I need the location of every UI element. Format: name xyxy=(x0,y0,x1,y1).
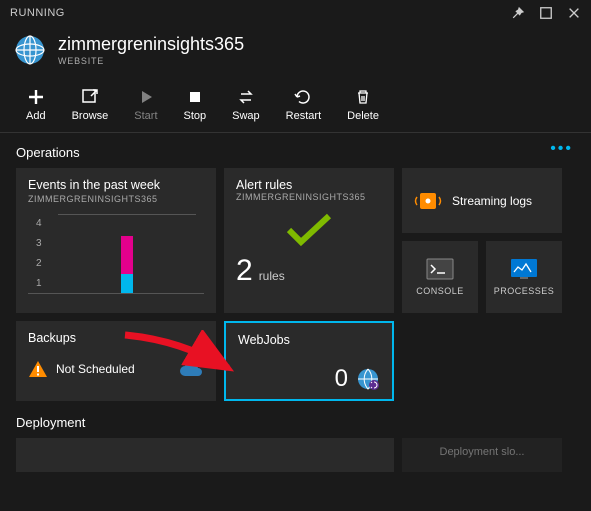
status-label: RUNNING xyxy=(10,7,65,19)
backups-status: Not Scheduled xyxy=(56,362,135,376)
add-button[interactable]: Add xyxy=(14,84,58,126)
deployment-tile[interactable] xyxy=(16,438,394,472)
site-type: WEBSITE xyxy=(58,56,244,66)
events-chart: 4 3 2 1 xyxy=(28,214,204,294)
deployment-slots-tile[interactable]: Deployment slo... xyxy=(402,438,562,472)
delete-button[interactable]: Delete xyxy=(335,84,391,126)
operations-heading: Operations xyxy=(0,133,591,168)
events-subtitle: ZIMMERGRENINSIGHTS365 xyxy=(28,194,204,204)
backups-tile[interactable]: Backups Not Scheduled xyxy=(16,321,216,401)
browse-button[interactable]: Browse xyxy=(60,84,121,126)
warning-icon xyxy=(28,359,48,379)
console-tile[interactable]: CONSOLE xyxy=(402,241,478,313)
check-icon xyxy=(284,212,334,248)
streaming-label: Streaming logs xyxy=(452,194,532,208)
processes-icon xyxy=(510,258,538,280)
window-controls xyxy=(511,6,581,20)
more-menu[interactable]: ••• xyxy=(550,140,573,158)
stop-button[interactable]: Stop xyxy=(172,84,219,126)
console-icon xyxy=(426,258,454,280)
close-icon[interactable] xyxy=(567,6,581,20)
deployment-heading: Deployment xyxy=(0,401,591,438)
processes-tile[interactable]: PROCESSES xyxy=(486,241,562,313)
webjobs-title: WebJobs xyxy=(238,333,380,347)
alert-count: 2 xyxy=(236,254,253,288)
site-name: zimmergreninsights365 xyxy=(58,34,244,55)
cloud-icon xyxy=(178,360,204,378)
restart-button[interactable]: Restart xyxy=(274,84,333,126)
website-globe-icon xyxy=(14,34,46,66)
events-tile[interactable]: Events in the past week ZIMMERGRENINSIGH… xyxy=(16,168,216,313)
command-toolbar: Add Browse Start Stop Swap Restart Delet… xyxy=(0,78,591,133)
alert-title: Alert rules xyxy=(236,178,382,192)
pin-icon[interactable] xyxy=(511,6,525,20)
streaming-icon xyxy=(414,189,442,213)
webjobs-tile[interactable]: WebJobs 0 xyxy=(224,321,394,401)
start-button: Start xyxy=(122,84,169,126)
events-title: Events in the past week xyxy=(28,178,204,192)
webjobs-icon xyxy=(356,367,380,391)
alert-subtitle: ZIMMERGRENINSIGHTS365 xyxy=(236,192,382,202)
backups-title: Backups xyxy=(28,331,204,345)
webjobs-count: 0 xyxy=(335,365,348,393)
maximize-icon[interactable] xyxy=(539,6,553,20)
alert-label: rules xyxy=(259,269,285,283)
streaming-logs-tile[interactable]: Streaming logs xyxy=(402,168,562,233)
swap-button[interactable]: Swap xyxy=(220,84,272,126)
alert-rules-tile[interactable]: Alert rules ZIMMERGRENINSIGHTS365 2 rule… xyxy=(224,168,394,313)
